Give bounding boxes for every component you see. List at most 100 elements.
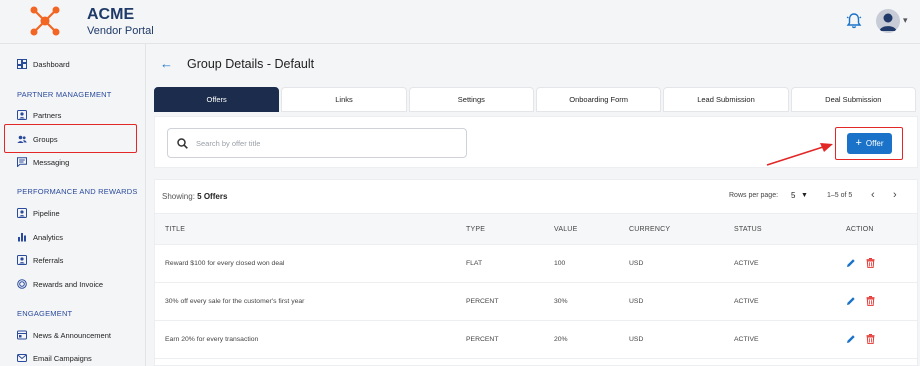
- trash-icon[interactable]: [866, 334, 875, 344]
- cell-type: PERCENT: [466, 298, 499, 305]
- showing-value: 5 Offers: [197, 192, 228, 201]
- sidebar-item-news[interactable]: News & Announcement: [17, 327, 111, 343]
- sidebar-item-label: Referrals: [33, 255, 64, 265]
- tab-lead-submission[interactable]: Lead Submission: [663, 87, 789, 112]
- chevron-right-icon[interactable]: ›: [893, 189, 897, 201]
- cell-status: ACTIVE: [734, 298, 759, 305]
- tab-links[interactable]: Links: [281, 87, 407, 112]
- cell-title: 30% off every sale for the customer's fi…: [165, 298, 305, 305]
- section-engagement: ENGAGEMENT: [17, 309, 73, 318]
- column-status[interactable]: STATUS: [734, 226, 762, 233]
- groups-icon: [17, 135, 27, 143]
- annotation-arrow: [766, 143, 833, 166]
- sidebar-item-label: Analytics: [33, 232, 64, 242]
- sidebar-item-dashboard[interactable]: Dashboard: [17, 56, 70, 72]
- top-header: ACME Vendor Portal ▾: [0, 0, 920, 44]
- showing-label: Showing:: [162, 192, 195, 201]
- column-action: ACTION: [846, 226, 874, 233]
- sidebar-item-label: Rewards and Invoice: [33, 279, 104, 289]
- cell-title: Earn 20% for every transaction: [165, 336, 259, 343]
- edit-icon[interactable]: [846, 258, 856, 268]
- tab-deal-submission[interactable]: Deal Submission: [790, 87, 916, 112]
- sidebar-item-label: News & Announcement: [33, 330, 111, 340]
- cell-value: 100: [554, 260, 566, 267]
- logo-icon: [30, 6, 60, 36]
- cell-value: 20%: [554, 336, 568, 343]
- sidebar-item-pipeline[interactable]: Pipeline: [17, 205, 60, 221]
- sidebar-item-referrals[interactable]: Referrals: [17, 252, 63, 268]
- tab-offers[interactable]: Offers: [154, 87, 280, 112]
- cell-status: ACTIVE: [734, 260, 759, 267]
- sidebar-item-label: Dashboard: [33, 59, 70, 69]
- showing-count: Showing: 5 Offers: [162, 192, 227, 201]
- email-icon: [17, 354, 27, 362]
- sidebar-item-email-campaigns[interactable]: Email Campaigns: [17, 350, 92, 366]
- tab-settings[interactable]: Settings: [408, 87, 534, 112]
- news-icon: [17, 330, 27, 340]
- page-header: ← Group Details - Default: [160, 56, 314, 71]
- pipeline-icon: [17, 208, 27, 218]
- edit-icon[interactable]: [846, 334, 856, 344]
- tab-bar: Offers Links Settings Onboarding Form Le…: [154, 87, 916, 112]
- plus-icon: +: [855, 137, 862, 149]
- cell-currency: USD: [629, 336, 644, 343]
- section-performance-rewards: PERFORMANCE AND REWARDS: [17, 187, 138, 196]
- rows-per-page-label: Rows per page:: [729, 192, 779, 199]
- trash-icon[interactable]: [866, 296, 875, 306]
- column-type[interactable]: TYPE: [466, 226, 485, 233]
- trash-icon[interactable]: [866, 258, 875, 268]
- add-offer-button[interactable]: + Offer: [847, 133, 892, 154]
- section-partner-management: PARTNER MANAGEMENT: [17, 90, 112, 99]
- sidebar-item-partners[interactable]: Partners: [17, 107, 61, 123]
- sidebar-item-label: Messaging: [33, 157, 70, 167]
- sidebar-item-groups[interactable]: Groups: [17, 131, 58, 147]
- partners-icon: [17, 110, 27, 120]
- cell-title: Reward $100 for every closed won deal: [165, 260, 285, 267]
- bell-icon[interactable]: [846, 12, 862, 30]
- table-row: Earn 20% for every transaction PERCENT 2…: [155, 321, 917, 359]
- sidebar-item-messaging[interactable]: Messaging: [17, 154, 69, 170]
- sidebar-item-analytics[interactable]: Analytics: [17, 229, 63, 245]
- table-row: Reward $100 for every closed won deal FL…: [155, 245, 917, 283]
- referrals-icon: [17, 255, 27, 265]
- table-header: TITLE TYPE VALUE CURRENCY STATUS ACTION: [155, 213, 917, 245]
- cell-status: ACTIVE: [734, 336, 759, 343]
- table-row: 30% off every sale for the customer's fi…: [155, 283, 917, 321]
- brand-title: ACME: [87, 6, 135, 23]
- sidebar-item-rewards-invoice[interactable]: Rewards and Invoice: [17, 276, 103, 292]
- column-currency[interactable]: CURRENCY: [629, 226, 670, 233]
- arrow-left-icon[interactable]: ←: [160, 56, 173, 71]
- dashboard-icon: [17, 59, 27, 69]
- cell-currency: USD: [629, 260, 644, 267]
- sidebar-item-label: Email Campaigns: [33, 353, 92, 363]
- cell-type: PERCENT: [466, 336, 499, 343]
- add-offer-label: Offer: [865, 139, 884, 148]
- cell-currency: USD: [629, 298, 644, 305]
- tab-onboarding-form[interactable]: Onboarding Form: [535, 87, 662, 112]
- pagination-range: 1–5 of 5: [827, 192, 853, 199]
- sidebar: Dashboard PARTNER MANAGEMENT Partners Gr…: [0, 44, 146, 366]
- offers-table-panel: Showing: 5 Offers Rows per page: 5 ▼ 1–5…: [154, 179, 918, 366]
- coin-icon: [17, 279, 27, 289]
- page-title: Group Details - Default: [187, 56, 315, 71]
- sidebar-item-label: Groups: [33, 134, 58, 144]
- cell-value: 30%: [554, 298, 568, 305]
- chevron-down-icon[interactable]: ▾: [903, 15, 908, 26]
- search-icon: [177, 137, 188, 149]
- edit-icon[interactable]: [846, 296, 856, 306]
- rows-per-page-select[interactable]: 5: [791, 191, 795, 200]
- avatar[interactable]: [876, 9, 900, 33]
- message-icon: [17, 157, 27, 167]
- brand-subtitle: Vendor Portal: [87, 25, 154, 37]
- sidebar-item-label: Partners: [33, 110, 62, 120]
- search-input[interactable]: [196, 138, 456, 148]
- search-field[interactable]: [167, 128, 467, 158]
- cell-type: FLAT: [466, 260, 483, 267]
- column-title[interactable]: TITLE: [165, 226, 185, 233]
- chevron-left-icon[interactable]: ‹: [871, 189, 875, 201]
- bar-chart-icon: [18, 233, 26, 242]
- column-value[interactable]: VALUE: [554, 226, 577, 233]
- caret-down-icon[interactable]: ▼: [801, 192, 808, 199]
- user-icon: [879, 13, 897, 31]
- sidebar-item-label: Pipeline: [33, 208, 60, 218]
